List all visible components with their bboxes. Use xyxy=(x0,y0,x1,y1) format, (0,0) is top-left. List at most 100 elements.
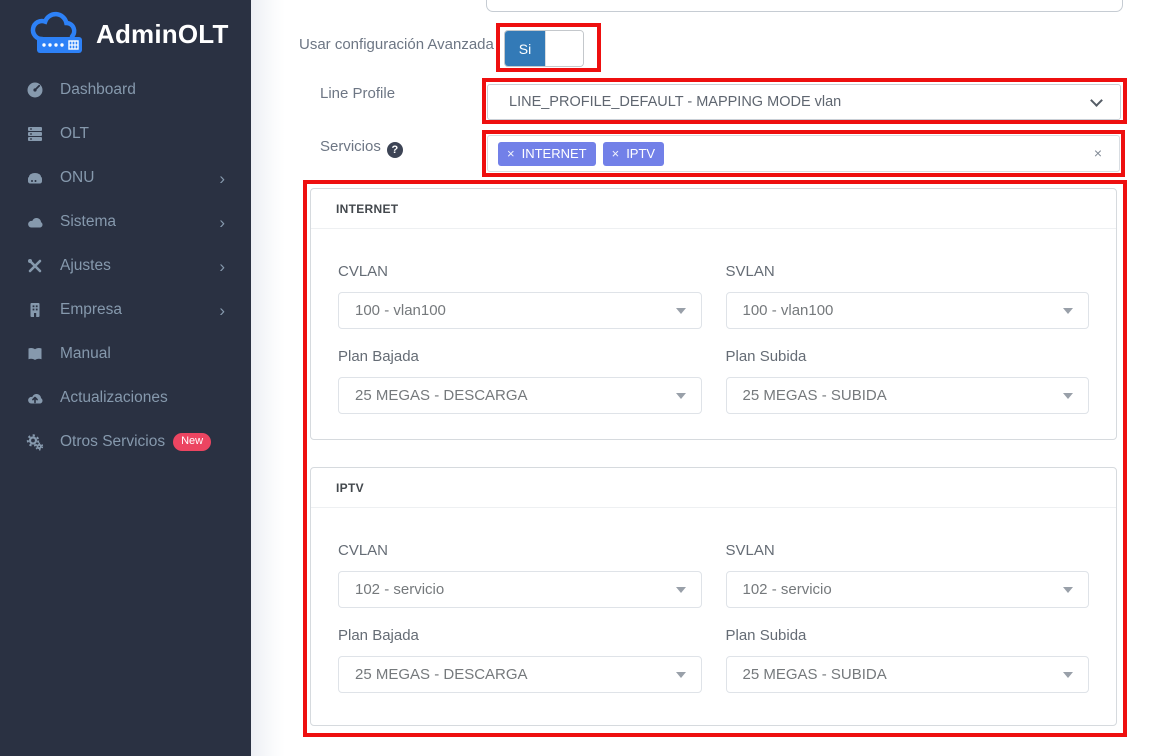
sidebar-item-ajustes[interactable]: Ajustes › xyxy=(0,244,251,288)
plan-bajada-value: 25 MEGAS - DESCARGA xyxy=(355,666,528,683)
panel-header: IPTV xyxy=(311,468,1116,508)
plan-subida-value: 25 MEGAS - SUBIDA xyxy=(743,387,887,404)
cvlan-value: 102 - servicio xyxy=(355,581,444,598)
plan-subida-select[interactable]: 25 MEGAS - SUBIDA xyxy=(726,377,1090,414)
partial-input-above[interactable] xyxy=(486,0,1123,12)
line-profile-label: Line Profile xyxy=(320,85,395,102)
cvlan-label: CVLAN xyxy=(338,542,702,559)
sidebar-item-sistema[interactable]: Sistema › xyxy=(0,200,251,244)
server-icon xyxy=(24,125,46,143)
sidebar-item-olt[interactable]: OLT xyxy=(0,112,251,156)
new-badge: New xyxy=(173,433,211,451)
content-left-fade xyxy=(251,0,285,756)
services-label-text: Servicios xyxy=(320,138,381,155)
content-area: Usar configuración Avanzada Si Line Prof… xyxy=(251,0,1164,756)
services-label: Servicios? xyxy=(320,138,403,158)
panel-body: CVLAN 100 - vlan100 SVLAN 100 - vlan100 xyxy=(311,229,1116,414)
remove-tag-icon[interactable]: × xyxy=(612,147,620,160)
app-root: AdminOLT Dashboard OLT ONU › xyxy=(0,0,1164,756)
plan-bajada-select[interactable]: 25 MEGAS - DESCARGA xyxy=(338,656,702,693)
svlan-select[interactable]: 102 - servicio xyxy=(726,571,1090,608)
line-profile-select[interactable]: LINE_PROFILE_DEFAULT - MAPPING MODE vlan xyxy=(487,84,1121,120)
sidebar-item-empresa[interactable]: Empresa › xyxy=(0,288,251,332)
chevron-right-icon: › xyxy=(219,214,225,231)
caret-down-icon xyxy=(676,672,686,678)
gears-icon xyxy=(24,433,46,451)
plan-subida-label: Plan Subida xyxy=(726,348,1090,365)
sidebar-item-label: Manual xyxy=(60,345,111,363)
cloud-olt-logo-icon xyxy=(26,11,88,57)
sidebar-item-otros-servicios[interactable]: Otros Servicios New xyxy=(0,420,251,464)
services-multiselect[interactable]: × INTERNET × IPTV × xyxy=(487,135,1120,172)
tag-label: INTERNET xyxy=(522,146,587,161)
sidebar-item-manual[interactable]: Manual xyxy=(0,332,251,376)
panel-title: IPTV xyxy=(336,481,364,495)
chevron-right-icon: › xyxy=(219,170,225,187)
cvlan-select[interactable]: 100 - vlan100 xyxy=(338,292,702,329)
remove-tag-icon[interactable]: × xyxy=(507,147,515,160)
sidebar-item-label: OLT xyxy=(60,125,89,143)
panel-header: INTERNET xyxy=(311,189,1116,229)
svlan-select[interactable]: 100 - vlan100 xyxy=(726,292,1090,329)
svlan-label: SVLAN xyxy=(726,263,1090,280)
clear-selection-icon[interactable]: × xyxy=(1094,145,1102,161)
sidebar-item-label: Otros Servicios xyxy=(60,433,165,451)
plan-subida-label: Plan Subida xyxy=(726,627,1090,644)
service-tag-iptv: × IPTV xyxy=(603,142,665,166)
plan-bajada-value: 25 MEGAS - DESCARGA xyxy=(355,387,528,404)
cvlan-select[interactable]: 102 - servicio xyxy=(338,571,702,608)
sidebar-item-label: ONU xyxy=(60,169,94,187)
toggle-knob xyxy=(545,31,583,66)
cvlan-value: 100 - vlan100 xyxy=(355,302,446,319)
plan-bajada-label: Plan Bajada xyxy=(338,627,702,644)
caret-down-icon xyxy=(1063,587,1073,593)
chevron-right-icon: › xyxy=(219,258,225,275)
help-icon[interactable]: ? xyxy=(387,142,403,158)
logo-text: AdminOLT xyxy=(96,19,229,50)
gauge-icon xyxy=(24,81,46,99)
sidebar-item-label: Empresa xyxy=(60,301,122,319)
sidebar-item-label: Ajustes xyxy=(60,257,111,275)
sidebar-item-onu[interactable]: ONU › xyxy=(0,156,251,200)
cloud-icon xyxy=(24,213,46,231)
sidebar-item-label: Dashboard xyxy=(60,81,136,99)
chevron-down-icon xyxy=(1090,94,1103,107)
tag-label: IPTV xyxy=(626,146,655,161)
building-icon xyxy=(24,301,46,319)
toggle-on-label: Si xyxy=(505,31,545,66)
caret-down-icon xyxy=(1063,393,1073,399)
panel-title: INTERNET xyxy=(336,202,398,216)
plan-bajada-label: Plan Bajada xyxy=(338,348,702,365)
caret-down-icon xyxy=(676,587,686,593)
sidebar: AdminOLT Dashboard OLT ONU › xyxy=(0,0,251,756)
svlan-label: SVLAN xyxy=(726,542,1090,559)
sidebar-item-actualizaciones[interactable]: Actualizaciones xyxy=(0,376,251,420)
service-tag-internet: × INTERNET xyxy=(498,142,596,166)
chevron-right-icon: › xyxy=(219,302,225,319)
book-icon xyxy=(24,345,46,363)
plan-bajada-select[interactable]: 25 MEGAS - DESCARGA xyxy=(338,377,702,414)
caret-down-icon xyxy=(1063,308,1073,314)
advanced-config-toggle[interactable]: Si xyxy=(504,30,584,67)
logo[interactable]: AdminOLT xyxy=(0,0,251,68)
sidebar-item-label: Sistema xyxy=(60,213,116,231)
panel-body: CVLAN 102 - servicio SVLAN 102 - servici… xyxy=(311,508,1116,693)
svlan-value: 102 - servicio xyxy=(743,581,832,598)
caret-down-icon xyxy=(676,393,686,399)
caret-down-icon xyxy=(1063,672,1073,678)
sidebar-nav: Dashboard OLT ONU › Sistema xyxy=(0,68,251,464)
plan-subida-select[interactable]: 25 MEGAS - SUBIDA xyxy=(726,656,1090,693)
line-profile-value: LINE_PROFILE_DEFAULT - MAPPING MODE vlan xyxy=(509,94,841,110)
iptv-panel: IPTV CVLAN 102 - servicio SVLAN 102 - xyxy=(310,467,1117,726)
svlan-value: 100 - vlan100 xyxy=(743,302,834,319)
plan-subida-value: 25 MEGAS - SUBIDA xyxy=(743,666,887,683)
cloud-upload-icon xyxy=(24,389,46,407)
cvlan-label: CVLAN xyxy=(338,263,702,280)
sidebar-item-label: Actualizaciones xyxy=(60,389,168,407)
internet-panel: INTERNET CVLAN 100 - vlan100 SVLAN 100 xyxy=(310,188,1117,440)
advanced-config-label: Usar configuración Avanzada xyxy=(299,36,494,53)
sidebar-item-dashboard[interactable]: Dashboard xyxy=(0,68,251,112)
tools-icon xyxy=(24,257,46,275)
router-icon xyxy=(24,169,46,187)
caret-down-icon xyxy=(676,308,686,314)
